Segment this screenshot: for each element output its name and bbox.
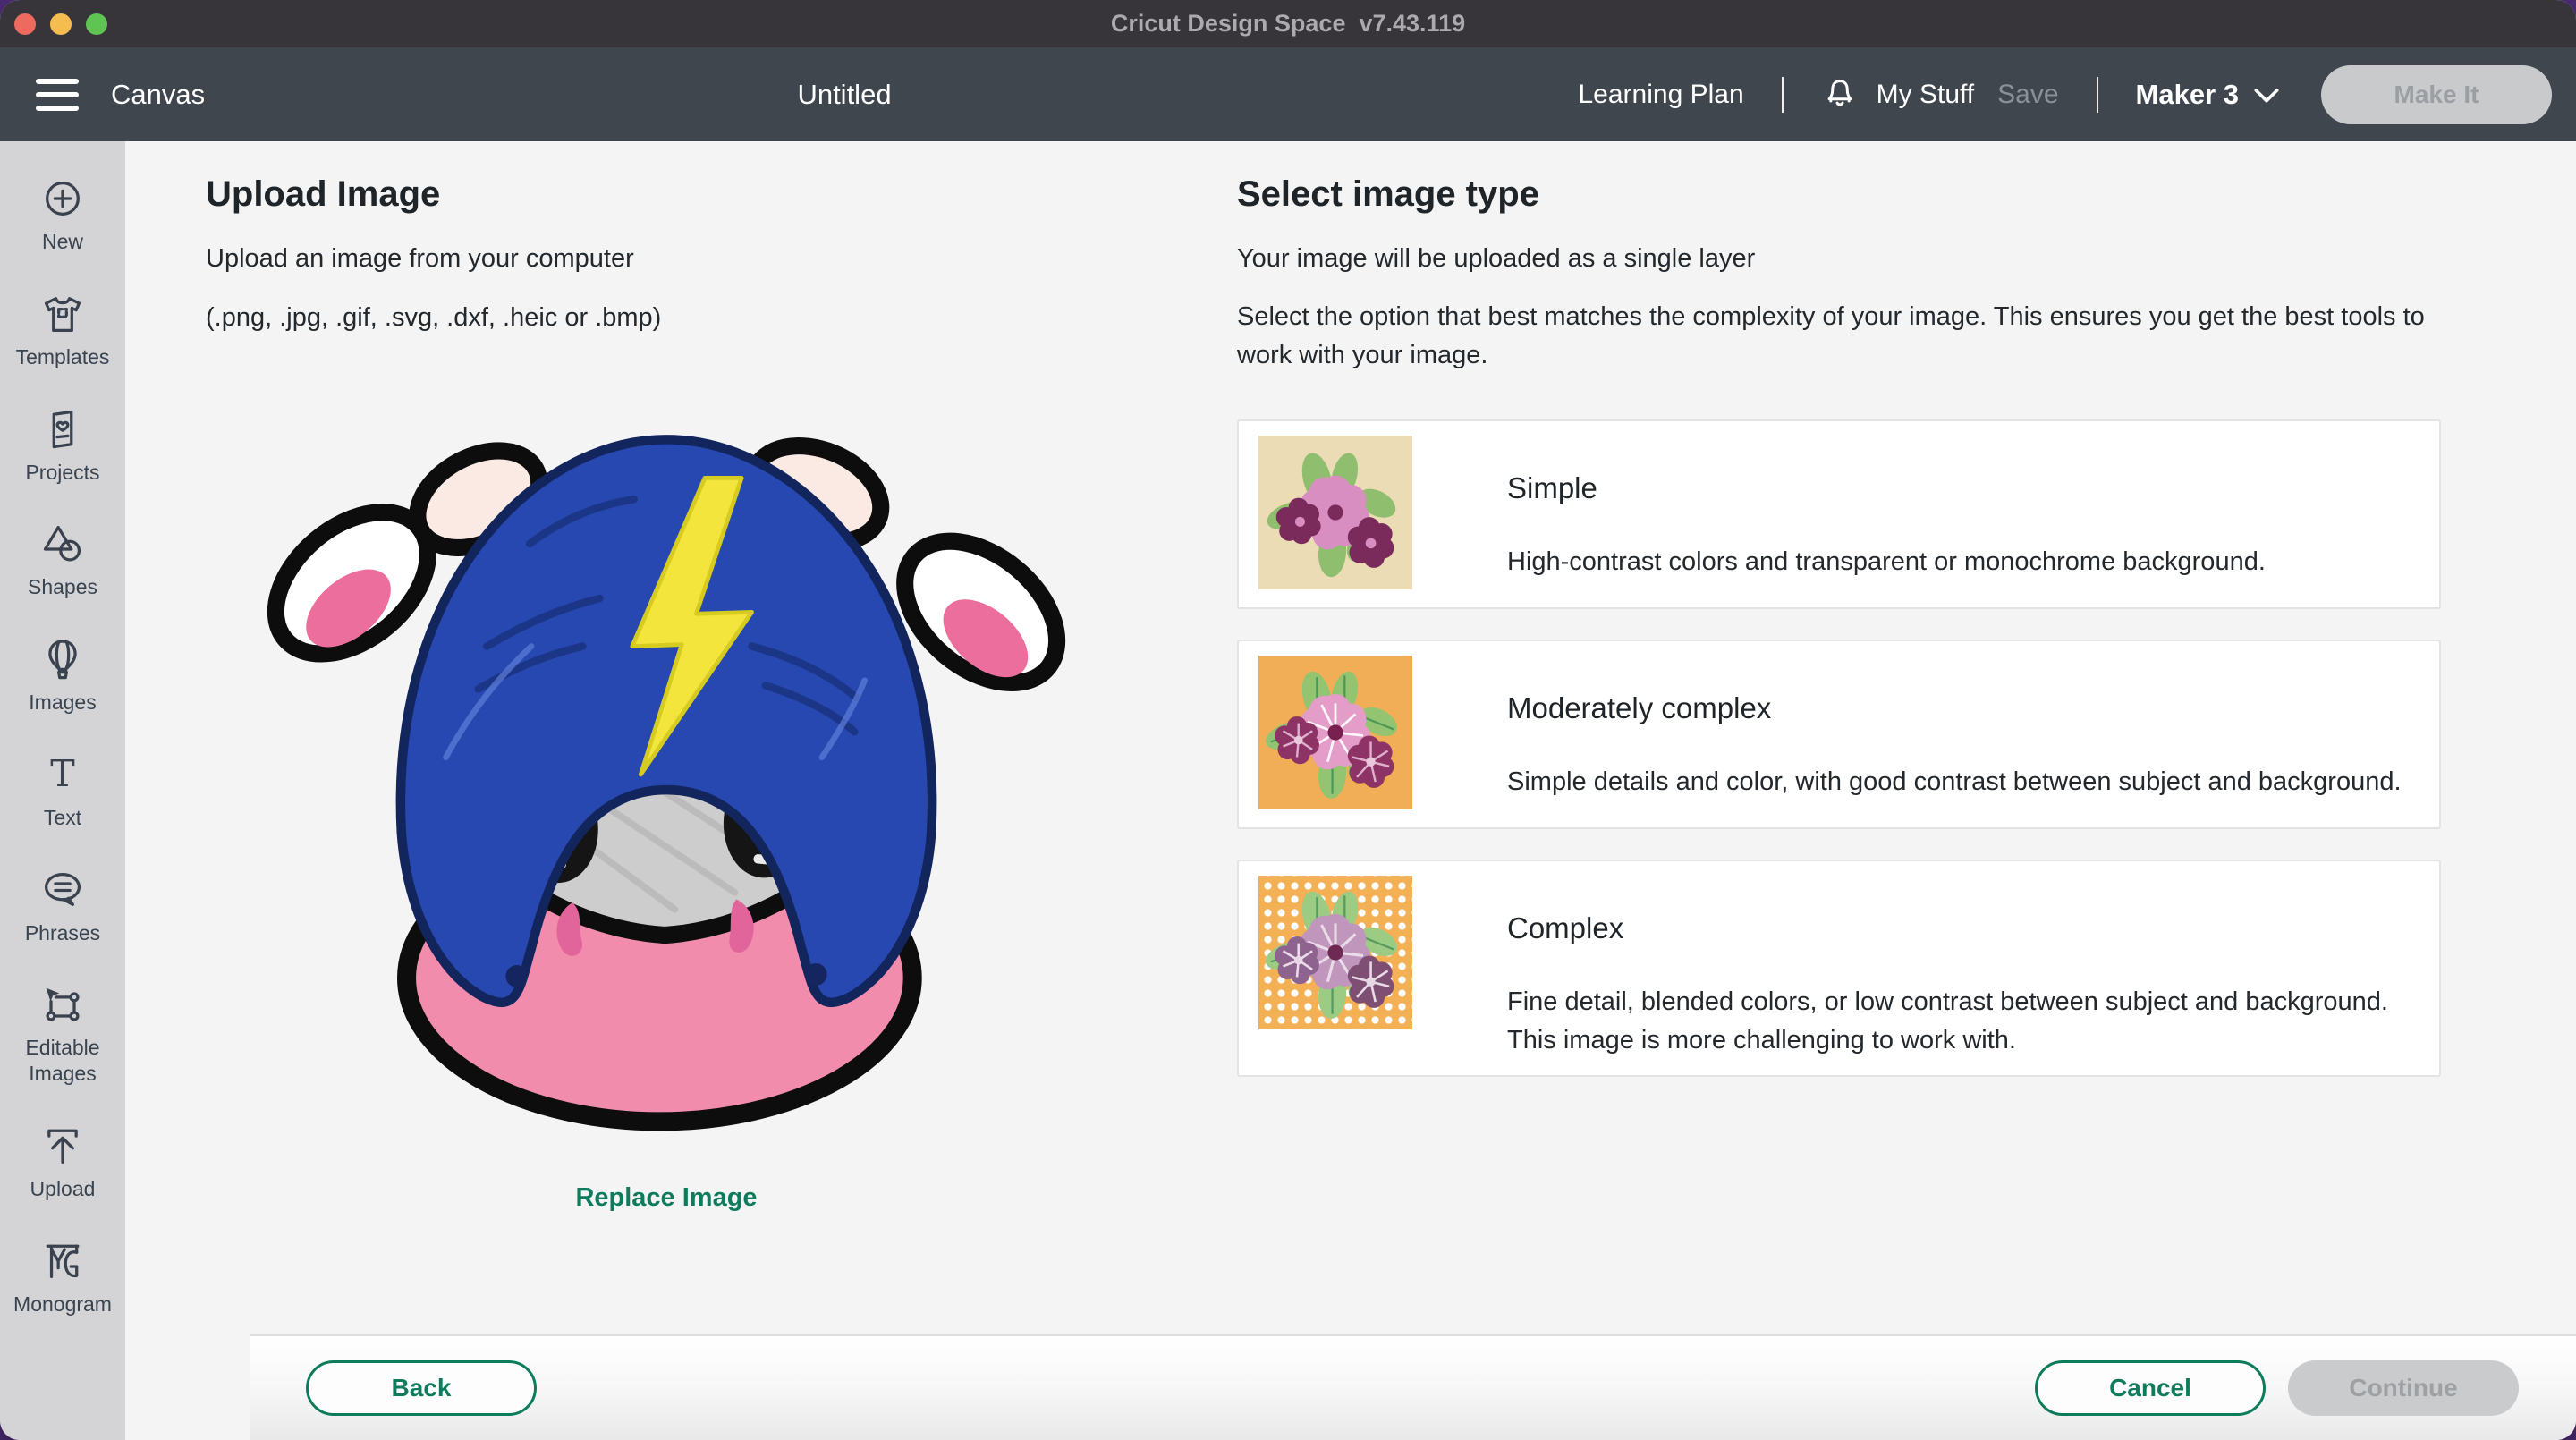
machine-name: Maker 3 <box>2136 79 2239 111</box>
upload-panel-subtitle: Upload an image from your computer <box>206 244 1234 274</box>
select-transform-icon <box>39 981 86 1028</box>
sidebar-item-label: Shapes <box>28 574 97 600</box>
app-window: Cricut Design Space v7.43.119 Canvas Unt… <box>0 0 2576 1440</box>
sidebar-item-label: Monogram <box>13 1292 112 1317</box>
upload-panel-title: Upload Image <box>206 174 1234 215</box>
image-type-option-moderately-complex[interactable]: Moderately complex Simple details and co… <box>1237 640 2441 829</box>
option-description: Fine detail, blended colors, or low cont… <box>1507 983 2402 1061</box>
triangle-circle-icon <box>39 521 86 567</box>
complex-flowers-thumbnail <box>1258 876 1412 1029</box>
option-title: Moderately complex <box>1507 691 2402 725</box>
tools-sidebar: New Templates Projects <box>0 141 125 1440</box>
option-description: Simple details and color, with good cont… <box>1507 763 2402 802</box>
option-title: Complex <box>1507 911 2402 945</box>
continue-button[interactable]: Continue <box>2288 1360 2519 1416</box>
save-button[interactable]: Save <box>1997 80 2058 110</box>
plus-circle-icon <box>39 175 86 222</box>
sidebar-item-label: Editable Images <box>0 1035 125 1087</box>
back-button[interactable]: Back <box>306 1360 537 1416</box>
moderate-flowers-thumbnail <box>1258 656 1412 809</box>
sidebar-item-label: New <box>42 229 83 255</box>
option-description: High-contrast colors and transparent or … <box>1507 543 2266 582</box>
sidebar-item-templates[interactable]: Templates <box>0 291 125 370</box>
header-divider <box>2097 77 2098 113</box>
simple-flowers-thumbnail <box>1258 436 1412 589</box>
greeting-card-icon <box>39 406 86 453</box>
notifications-button[interactable] <box>1821 76 1859 114</box>
cancel-button[interactable]: Cancel <box>2035 1360 2266 1416</box>
sidebar-item-images[interactable]: Images <box>0 636 125 716</box>
monogram-mg-icon <box>39 1238 86 1284</box>
upload-flow-content: Upload Image Upload an image from your c… <box>125 141 2576 1440</box>
speech-bubble-icon <box>39 867 86 913</box>
chevron-down-icon <box>2253 86 2280 104</box>
tshirt-icon <box>39 291 86 337</box>
sidebar-item-label: Text <box>44 805 81 831</box>
upload-formats: (.png, .jpg, .gif, .svg, .dxf, .heic or … <box>206 303 1234 333</box>
sidebar-item-editable-images[interactable]: Editable Images <box>0 981 125 1087</box>
detailed-flowers-icon <box>1258 656 1412 809</box>
canvas-nav-label[interactable]: Canvas <box>111 79 205 111</box>
sidebar-item-label: Images <box>29 690 96 716</box>
upload-image-panel: Upload Image Upload an image from your c… <box>125 141 1234 1213</box>
sidebar-item-phrases[interactable]: Phrases <box>0 867 125 946</box>
learning-plan-link[interactable]: Learning Plan <box>1579 80 1744 110</box>
sidebar-item-projects[interactable]: Projects <box>0 406 125 486</box>
svg-text:T: T <box>50 752 75 795</box>
sidebar-item-monogram[interactable]: Monogram <box>0 1238 125 1317</box>
header-divider <box>1782 77 1784 113</box>
my-stuff-link[interactable]: My Stuff <box>1877 80 1974 110</box>
app-header: Canvas Untitled Learning Plan My Stuff S… <box>0 47 2576 141</box>
bell-icon <box>1821 76 1859 114</box>
window-title: Cricut Design Space v7.43.119 <box>0 10 2576 38</box>
option-title: Simple <box>1507 471 2266 505</box>
traffic-lights <box>14 0 107 47</box>
make-it-button[interactable]: Make It <box>2321 65 2552 124</box>
sidebar-item-label: Projects <box>25 460 99 486</box>
hot-air-balloon-icon <box>39 636 86 682</box>
select-image-type-panel: Select image type Your image will be upl… <box>1237 141 2441 1077</box>
image-type-option-simple[interactable]: Simple High-contrast colors and transpar… <box>1237 419 2441 609</box>
select-panel-subtitle: Your image will be uploaded as a single … <box>1237 244 2441 274</box>
flat-flowers-icon <box>1258 436 1412 589</box>
sidebar-item-upload[interactable]: Upload <box>0 1122 125 1202</box>
machine-selector[interactable]: Maker 3 <box>2136 79 2280 111</box>
sidebar-item-new[interactable]: New <box>0 175 125 255</box>
sidebar-item-shapes[interactable]: Shapes <box>0 521 125 600</box>
select-panel-title: Select image type <box>1237 174 2441 215</box>
footer-action-bar: Back Cancel Continue <box>250 1334 2576 1440</box>
uploaded-image-preview <box>255 388 1078 1157</box>
document-title[interactable]: Untitled <box>797 79 891 111</box>
minimize-window-button[interactable] <box>50 13 72 35</box>
sidebar-item-text[interactable]: T Text <box>0 751 125 831</box>
menu-button[interactable] <box>36 79 82 111</box>
serif-t-icon: T <box>39 751 86 798</box>
upload-arrow-icon <box>39 1122 86 1169</box>
replace-image-link[interactable]: Replace Image <box>575 1183 757 1213</box>
sidebar-item-label: Upload <box>30 1176 96 1202</box>
blended-flowers-icon <box>1258 876 1412 1029</box>
sidebar-item-label: Templates <box>16 344 110 370</box>
close-window-button[interactable] <box>14 13 36 35</box>
macos-titlebar: Cricut Design Space v7.43.119 <box>0 0 2576 47</box>
select-panel-description: Select the option that best matches the … <box>1237 298 2441 375</box>
fullscreen-window-button[interactable] <box>86 13 107 35</box>
sidebar-item-label: Phrases <box>25 920 100 946</box>
image-type-option-complex[interactable]: Complex Fine detail, blended colors, or … <box>1237 860 2441 1077</box>
